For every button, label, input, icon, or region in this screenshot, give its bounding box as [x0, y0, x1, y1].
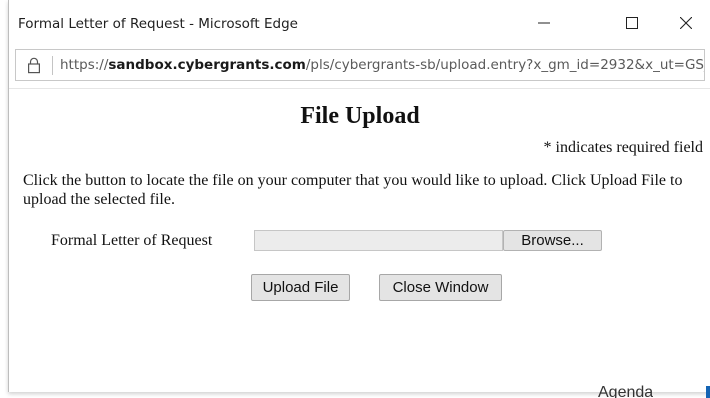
close-icon — [680, 17, 692, 29]
url-path: /pls/cybergrants-sb/upload.entry?x_gm_id… — [305, 57, 705, 73]
file-path-input[interactable] — [254, 230, 503, 251]
minimize-button[interactable] — [521, 8, 567, 38]
maximize-button[interactable] — [607, 8, 657, 38]
page-content: File Upload * indicates required field C… — [9, 88, 710, 392]
upload-instructions: Click the button to locate the file on y… — [23, 172, 683, 208]
upload-file-button[interactable]: Upload File — [251, 274, 350, 301]
title-bar[interactable]: Formal Letter of Request - Microsoft Edg… — [9, 0, 710, 44]
background-accent — [706, 386, 710, 398]
browse-button[interactable]: Browse... — [503, 230, 602, 251]
lock-icon[interactable] — [26, 57, 42, 74]
close-window-button[interactable]: Close Window — [379, 274, 502, 301]
browser-window: Formal Letter of Request - Microsoft Edg… — [8, 0, 710, 392]
background-partial-text: Agenda — [598, 384, 654, 398]
url-separator — [52, 56, 53, 75]
page-title: File Upload — [300, 103, 420, 129]
window-title: Formal Letter of Request - Microsoft Edg… — [18, 16, 298, 32]
url-text[interactable]: https://sandbox.cybergrants.com/pls/cybe… — [60, 57, 705, 73]
url-host: sandbox.cybergrants.com — [108, 57, 306, 73]
required-field-note: * indicates required field — [543, 139, 704, 156]
url-prefix: https:// — [60, 57, 109, 73]
file-field-label: Formal Letter of Request — [51, 232, 213, 249]
close-window-control[interactable] — [663, 8, 709, 38]
minimize-icon — [538, 22, 550, 24]
url-field[interactable]: https://sandbox.cybergrants.com/pls/cybe… — [15, 49, 705, 81]
maximize-icon — [626, 17, 638, 29]
address-bar: https://sandbox.cybergrants.com/pls/cybe… — [9, 44, 710, 88]
